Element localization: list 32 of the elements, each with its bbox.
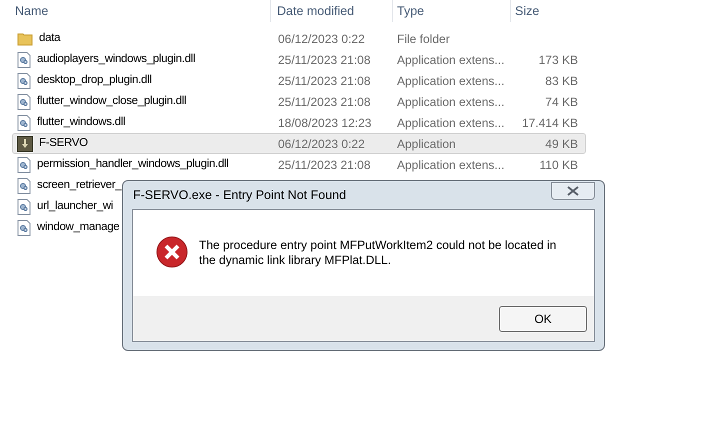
file-type: Application: [397, 136, 456, 150]
file-name: desktop_drop_plugin.dll: [37, 72, 152, 88]
date-modified: 25/11/2023 21:08: [278, 74, 371, 88]
file-size: 17.414 KB: [522, 116, 578, 130]
date-modified: 25/11/2023 21:08: [278, 94, 371, 108]
file-name: url_launcher_wi: [37, 198, 114, 214]
file-type: Application extens...: [397, 94, 504, 108]
file-name: F-SERVO: [39, 136, 88, 151]
file-size: 83 KB: [545, 74, 578, 88]
file-name: flutter_windows.dll: [37, 114, 126, 130]
file-name: flutter_window_close_plugin.dll: [37, 94, 186, 109]
date-modified: 18/08/2023 12:23: [278, 116, 372, 130]
file-name: permission_handler_windows_plugin.dll: [37, 156, 229, 172]
file-name: screen_retriever_: [37, 178, 122, 193]
dialog-title: F-SERVO.exe - Entry Point Not Found: [132, 186, 346, 204]
file-name: data: [39, 30, 60, 46]
date-modified: 25/11/2023 21:08: [278, 52, 371, 66]
file-type: Application extens...: [397, 74, 504, 88]
file-name: audioplayers_windows_plugin.dll: [37, 52, 196, 67]
file-type: File folder: [397, 32, 450, 46]
date-modified: 25/11/2023 21:08: [278, 158, 371, 172]
date-modified: 06/12/2023 0:22: [278, 136, 365, 150]
error-message: The procedure entry point MFPutWorkItem2 could not be located in the dynamic link library MFPlat.DLL.: [199, 238, 558, 268]
file-size: 110 KB: [540, 158, 578, 172]
file-size: 173 KB: [538, 52, 578, 66]
file-type: Application extens...: [397, 116, 504, 130]
file-size: 49 KB: [545, 136, 578, 150]
file-type: Application extens...: [397, 52, 504, 66]
file-size: 74 KB: [545, 94, 578, 108]
date-modified: 06/12/2023 0:22: [278, 32, 365, 46]
file-type: Application extens...: [397, 158, 504, 172]
file-name: window_manage: [37, 220, 120, 235]
